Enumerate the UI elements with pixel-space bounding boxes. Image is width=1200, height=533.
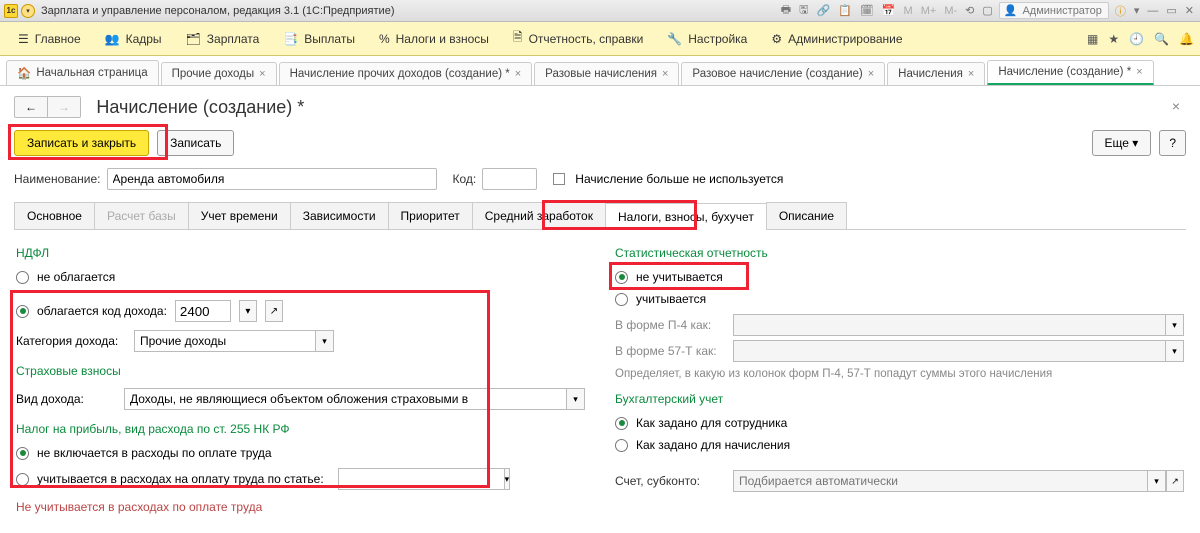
acc-input xyxy=(733,470,1148,492)
radio-acc-emp[interactable] xyxy=(615,417,628,430)
stat-help: Определяет, в какую из колонок форм П-4,… xyxy=(615,366,1184,382)
close-panel-icon[interactable]: × xyxy=(1172,98,1180,114)
sec-ndfl: НДФЛ xyxy=(16,246,585,260)
close-icon[interactable]: × xyxy=(968,68,974,80)
nav-fwd[interactable]: → xyxy=(48,97,80,117)
more-button[interactable]: Еще ▾ xyxy=(1092,130,1152,156)
nav-arrows: ← → xyxy=(14,96,81,118)
p4-dd: ▾ xyxy=(1166,314,1184,336)
menu-salary[interactable]: 🗂 Зарплата xyxy=(174,26,272,52)
itab-desc[interactable]: Описание xyxy=(766,202,847,229)
app-title: Зарплата и управление персоналом, редакц… xyxy=(41,5,394,17)
refresh-icon[interactable]: ⟲ xyxy=(963,4,976,17)
maximize-icon[interactable]: ▭ xyxy=(1164,4,1178,17)
menu-taxes[interactable]: % Налоги и взносы xyxy=(367,26,501,52)
m-minus[interactable]: M- xyxy=(942,5,959,17)
tab-other-income[interactable]: Прочие доходы × xyxy=(161,62,277,85)
tab-home[interactable]: 🏠 Начальная страница xyxy=(6,60,159,85)
radio-stat-yes[interactable] xyxy=(615,293,628,306)
tab-onetime-create[interactable]: Разовое начисление (создание) × xyxy=(681,62,885,85)
search-icon[interactable]: 🔍 xyxy=(1154,32,1169,46)
close-window-icon[interactable]: ✕ xyxy=(1183,4,1196,17)
itab-deps[interactable]: Зависимости xyxy=(290,202,389,229)
info-icon[interactable]: ⓘ xyxy=(1113,3,1128,19)
document-tabs: 🏠 Начальная страница Прочие доходы × Нач… xyxy=(0,56,1200,86)
nav-back[interactable]: ← xyxy=(15,97,48,117)
acc-dd: ▾ xyxy=(1148,470,1166,492)
p4-label: В форме П-4 как: xyxy=(615,318,725,332)
not-used-label: Начисление больше не используется xyxy=(575,172,783,186)
close-icon[interactable]: × xyxy=(662,68,668,80)
tab-accrual-create[interactable]: Начисление (создание) * × xyxy=(987,60,1153,85)
p57-input xyxy=(733,340,1166,362)
page-title: Начисление (создание) * xyxy=(96,97,304,118)
help-button[interactable]: ? xyxy=(1159,130,1186,156)
save-icon[interactable]: 🖫 xyxy=(797,1,810,20)
m-plus[interactable]: M+ xyxy=(919,5,939,17)
user-menu[interactable]: 👤 Администратор xyxy=(999,2,1109,19)
minimize-icon[interactable]: — xyxy=(1145,5,1160,17)
tab-other-income-create[interactable]: Начисление прочих доходов (создание) * × xyxy=(279,62,533,85)
sec-stat: Статистическая отчетность xyxy=(615,246,1184,260)
app-logo: 1c xyxy=(4,4,18,18)
menu-hr[interactable]: 👥 Кадры xyxy=(93,26,174,52)
close-icon[interactable]: × xyxy=(515,68,521,80)
main-menu: ☰ Главное 👥 Кадры 🗂 Зарплата 📑 Выплаты %… xyxy=(0,22,1200,56)
name-label: Наименование: xyxy=(14,172,101,186)
print-icon[interactable]: 🖶 xyxy=(779,1,793,20)
note-not-expense: Не учитывается в расходах по оплате труд… xyxy=(16,500,585,514)
clip-icon[interactable]: 📋 xyxy=(836,4,854,17)
itab-time[interactable]: Учет времени xyxy=(188,202,291,229)
right-column: Статистическая отчетность не учитывается… xyxy=(615,242,1184,514)
code-label: Код: xyxy=(453,172,477,186)
save-button[interactable]: Записать xyxy=(157,130,234,156)
inner-tabs: Основное Расчет базы Учет времени Зависи… xyxy=(14,202,1186,230)
p4-input xyxy=(733,314,1166,336)
close-icon[interactable]: × xyxy=(868,68,874,80)
radio-acc-accr[interactable] xyxy=(615,439,628,452)
calc-icon[interactable]: 🗓 xyxy=(858,4,876,17)
menu-settings[interactable]: 🔧 Настройка xyxy=(655,26,759,52)
itab-base: Расчет базы xyxy=(94,202,189,229)
page-content: × ← → Начисление (создание) * Записать и… xyxy=(0,86,1200,526)
menu-reports[interactable]: 🗎 Отчетность, справки xyxy=(501,22,655,55)
tab-accruals[interactable]: Начисления × xyxy=(887,62,985,85)
left-column: НДФЛ не облагается облагается код дохода… xyxy=(16,242,585,514)
tab-onetime[interactable]: Разовые начисления × xyxy=(534,62,679,85)
radio-ndfl-notax[interactable] xyxy=(16,271,29,284)
m-gray[interactable]: M xyxy=(902,5,915,17)
window-icon[interactable]: ▢ xyxy=(980,4,994,17)
calendar-icon[interactable]: 📅 xyxy=(880,4,898,17)
itab-priority[interactable]: Приоритет xyxy=(388,202,473,229)
menu-main[interactable]: ☰ Главное xyxy=(6,26,93,52)
income-type-dd[interactable]: ▾ xyxy=(567,388,585,410)
menu-admin[interactable]: ⚙ Администрирование xyxy=(759,26,914,52)
pt-article-dd[interactable]: ▾ xyxy=(505,468,511,490)
acc-label: Счет, субконто: xyxy=(615,474,725,488)
p57-dd: ▾ xyxy=(1166,340,1184,362)
menu-payments[interactable]: 📑 Выплаты xyxy=(271,26,367,52)
caret-icon[interactable]: ▾ xyxy=(1132,4,1142,17)
history-icon[interactable]: 🕘 xyxy=(1129,32,1144,46)
link-icon[interactable]: 🔗 xyxy=(814,4,832,17)
window-titlebar: 1c ▾ Зарплата и управление персоналом, р… xyxy=(0,0,1200,22)
sec-acc: Бухгалтерский учет xyxy=(615,392,1184,406)
app-dropdown[interactable]: ▾ xyxy=(21,4,35,18)
close-icon[interactable]: × xyxy=(1136,66,1142,78)
acc-open: ↗ xyxy=(1166,470,1184,492)
star-icon[interactable]: ★ xyxy=(1108,32,1119,46)
not-used-checkbox[interactable] xyxy=(553,173,565,185)
code-input[interactable] xyxy=(482,168,537,190)
itab-main[interactable]: Основное xyxy=(14,202,95,229)
grid-icon[interactable]: ▦ xyxy=(1087,32,1098,46)
name-input[interactable] xyxy=(107,168,437,190)
bell-icon[interactable]: 🔔 xyxy=(1179,32,1194,46)
close-icon[interactable]: × xyxy=(259,68,265,80)
p57-label: В форме 57-Т как: xyxy=(615,344,725,358)
